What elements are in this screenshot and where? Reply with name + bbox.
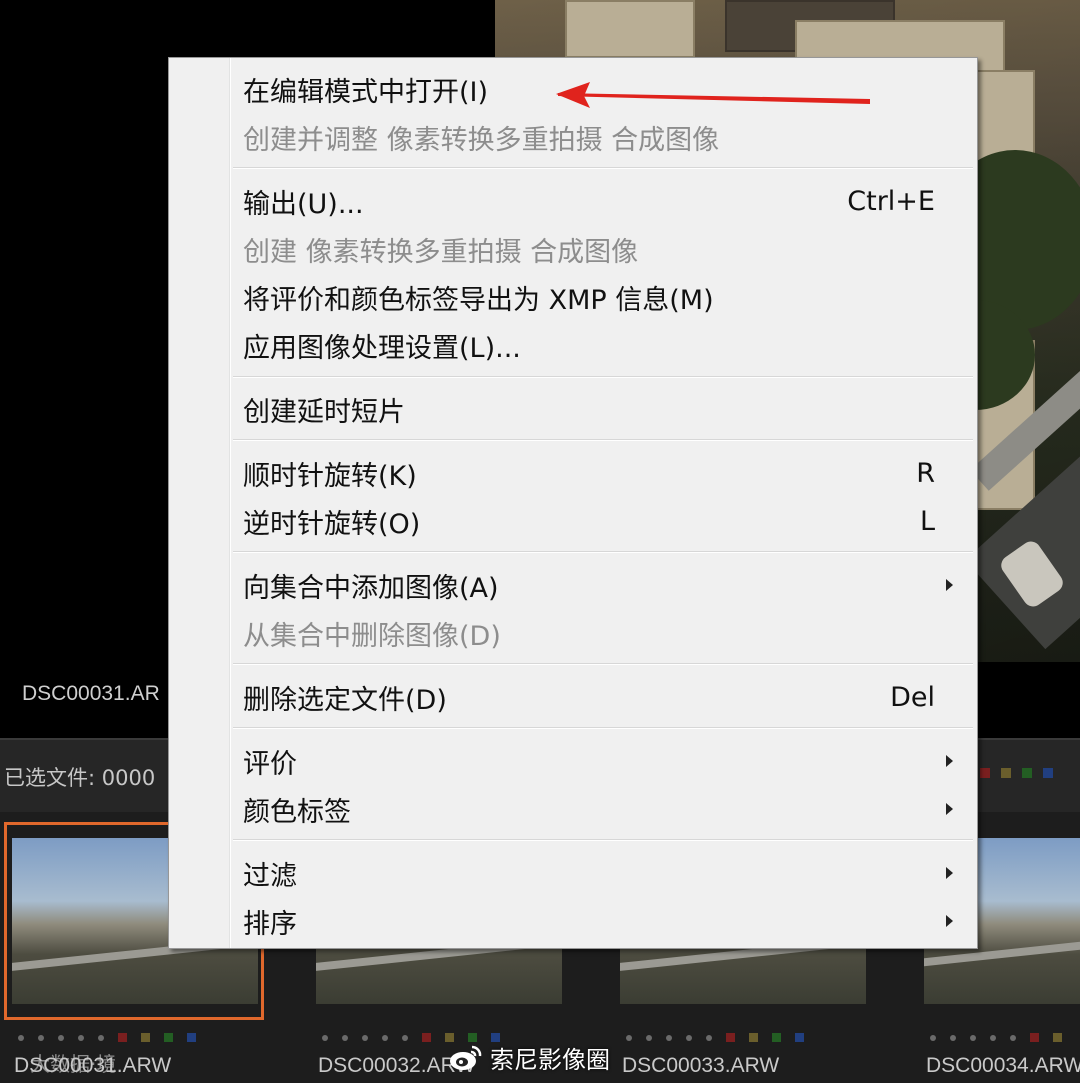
menu-item-label: 排序	[243, 908, 297, 940]
color-label-green[interactable]	[164, 1033, 173, 1042]
submenu-arrow-icon	[946, 867, 953, 879]
menu-item-create-pixel-shift: 创建 像素转换多重拍摄 合成图像	[171, 226, 975, 272]
main-photo-caption: DSC00031.AR	[22, 682, 160, 705]
rating-dot[interactable]	[686, 1034, 692, 1041]
menu-item-label: 创建 像素转换多重拍摄 合成图像	[243, 236, 639, 268]
menu-item-filter[interactable]: 过滤	[171, 850, 975, 896]
rating-dot[interactable]	[78, 1034, 84, 1041]
menu-item-rotate-clockwise[interactable]: 顺时针旋转(K) R	[171, 450, 975, 496]
watermark-left: 大数据·境	[30, 1052, 117, 1076]
menu-item-add-to-collection[interactable]: 向集合中添加图像(A)	[171, 562, 975, 608]
rating-dot[interactable]	[342, 1034, 348, 1041]
rating-row	[18, 1033, 196, 1042]
rating-dot[interactable]	[382, 1034, 388, 1041]
rating-row	[930, 1033, 1062, 1042]
menu-item-label: 从集合中删除图像(D)	[243, 620, 501, 652]
menu-separator	[233, 663, 973, 665]
rating-dot[interactable]	[58, 1034, 64, 1041]
menu-item-apply-processing-settings[interactable]: 应用图像处理设置(L)...	[171, 322, 975, 368]
rating-dot[interactable]	[646, 1034, 652, 1041]
rating-dot[interactable]	[362, 1034, 368, 1041]
menu-separator	[233, 839, 973, 841]
menu-item-shortcut: L	[919, 505, 935, 537]
color-label-indicators	[980, 768, 1053, 778]
rating-dot[interactable]	[38, 1034, 44, 1041]
menu-item-label: 创建延时短片	[243, 396, 405, 428]
color-label-red[interactable]	[118, 1033, 127, 1042]
color-label-yellow[interactable]	[141, 1033, 150, 1042]
menu-item-rating[interactable]: 评价	[171, 738, 975, 784]
menu-item-label: 向集合中添加图像(A)	[243, 572, 499, 604]
selected-files-count: 已选文件: 0000	[4, 766, 156, 790]
watermark-weibo: 索尼影像圈	[448, 1040, 610, 1075]
menu-separator	[233, 551, 973, 553]
submenu-arrow-icon	[946, 803, 953, 815]
menu-item-shortcut: Ctrl+E	[847, 185, 935, 217]
submenu-arrow-icon	[946, 579, 953, 591]
menu-separator	[233, 727, 973, 729]
menu-item-sort[interactable]: 排序	[171, 898, 975, 944]
menu-item-color-label[interactable]: 颜色标签	[171, 786, 975, 832]
menu-item-label: 删除选定文件(D)	[243, 684, 447, 716]
rating-dot[interactable]	[98, 1034, 104, 1041]
color-label-red[interactable]	[422, 1033, 431, 1042]
menu-item-open-in-edit[interactable]: 在编辑模式中打开(I)	[171, 66, 975, 112]
menu-item-rotate-counterclockwise[interactable]: 逆时针旋转(O) L	[171, 498, 975, 544]
menu-item-create-adjust-pixel-shift: 创建并调整 像素转换多重拍摄 合成图像	[171, 114, 975, 160]
menu-item-export-xmp[interactable]: 将评价和颜色标签导出为 XMP 信息(M)	[171, 274, 975, 320]
submenu-arrow-icon	[946, 915, 953, 927]
menu-item-label: 顺时针旋转(K)	[243, 460, 417, 492]
menu-item-remove-from-collection: 从集合中删除图像(D)	[171, 610, 975, 656]
menu-item-label: 过滤	[243, 860, 297, 892]
rating-dot[interactable]	[950, 1034, 956, 1041]
menu-item-shortcut: R	[916, 457, 935, 489]
menu-item-label: 创建并调整 像素转换多重拍摄 合成图像	[243, 124, 720, 156]
color-label-yellow	[1001, 768, 1011, 778]
menu-separator	[233, 167, 973, 169]
menu-item-create-timelapse[interactable]: 创建延时短片	[171, 386, 975, 432]
color-label-blue[interactable]	[795, 1033, 804, 1042]
menu-item-label: 应用图像处理设置(L)...	[243, 332, 521, 364]
thumbnail-caption: DSC00034.ARW	[926, 1054, 1080, 1077]
menu-item-label: 颜色标签	[243, 796, 351, 828]
menu-separator	[233, 376, 973, 378]
menu-item-label: 逆时针旋转(O)	[243, 508, 421, 540]
color-label-red	[980, 768, 990, 778]
color-label-yellow[interactable]	[1053, 1033, 1062, 1042]
context-menu: 在编辑模式中打开(I) 创建并调整 像素转换多重拍摄 合成图像 输出(U)...…	[168, 57, 978, 949]
rating-dot[interactable]	[990, 1034, 996, 1041]
menu-separator	[233, 439, 973, 441]
submenu-arrow-icon	[946, 755, 953, 767]
rating-dot[interactable]	[18, 1034, 24, 1041]
rating-dot[interactable]	[626, 1034, 632, 1041]
color-label-blue[interactable]	[187, 1033, 196, 1042]
rating-dot[interactable]	[322, 1034, 328, 1041]
menu-item-label: 在编辑模式中打开(I)	[243, 76, 489, 108]
thumbnail-caption: DSC00033.ARW	[622, 1054, 780, 1077]
menu-item-shortcut: Del	[890, 681, 935, 713]
menu-item-label: 评价	[243, 748, 297, 780]
weibo-logo-icon	[450, 1045, 482, 1070]
rating-dot[interactable]	[970, 1034, 976, 1041]
rating-dot[interactable]	[666, 1034, 672, 1041]
color-label-red[interactable]	[726, 1033, 735, 1042]
rating-dot[interactable]	[930, 1034, 936, 1041]
color-label-green	[1022, 768, 1032, 778]
rating-row	[626, 1033, 804, 1042]
menu-item-label: 输出(U)...	[243, 188, 364, 220]
rating-dot[interactable]	[402, 1034, 408, 1041]
menu-item-output[interactable]: 输出(U)... Ctrl+E	[171, 178, 975, 224]
menu-item-delete-selected[interactable]: 删除选定文件(D) Del	[171, 674, 975, 720]
watermark-weibo-text: 索尼影像圈	[490, 1046, 610, 1074]
menu-item-label: 将评价和颜色标签导出为 XMP 信息(M)	[243, 284, 714, 316]
color-label-red[interactable]	[1030, 1033, 1039, 1042]
rating-dot[interactable]	[706, 1034, 712, 1041]
rating-dot[interactable]	[1010, 1034, 1016, 1041]
color-label-green[interactable]	[772, 1033, 781, 1042]
color-label-yellow[interactable]	[749, 1033, 758, 1042]
color-label-blue	[1043, 768, 1053, 778]
